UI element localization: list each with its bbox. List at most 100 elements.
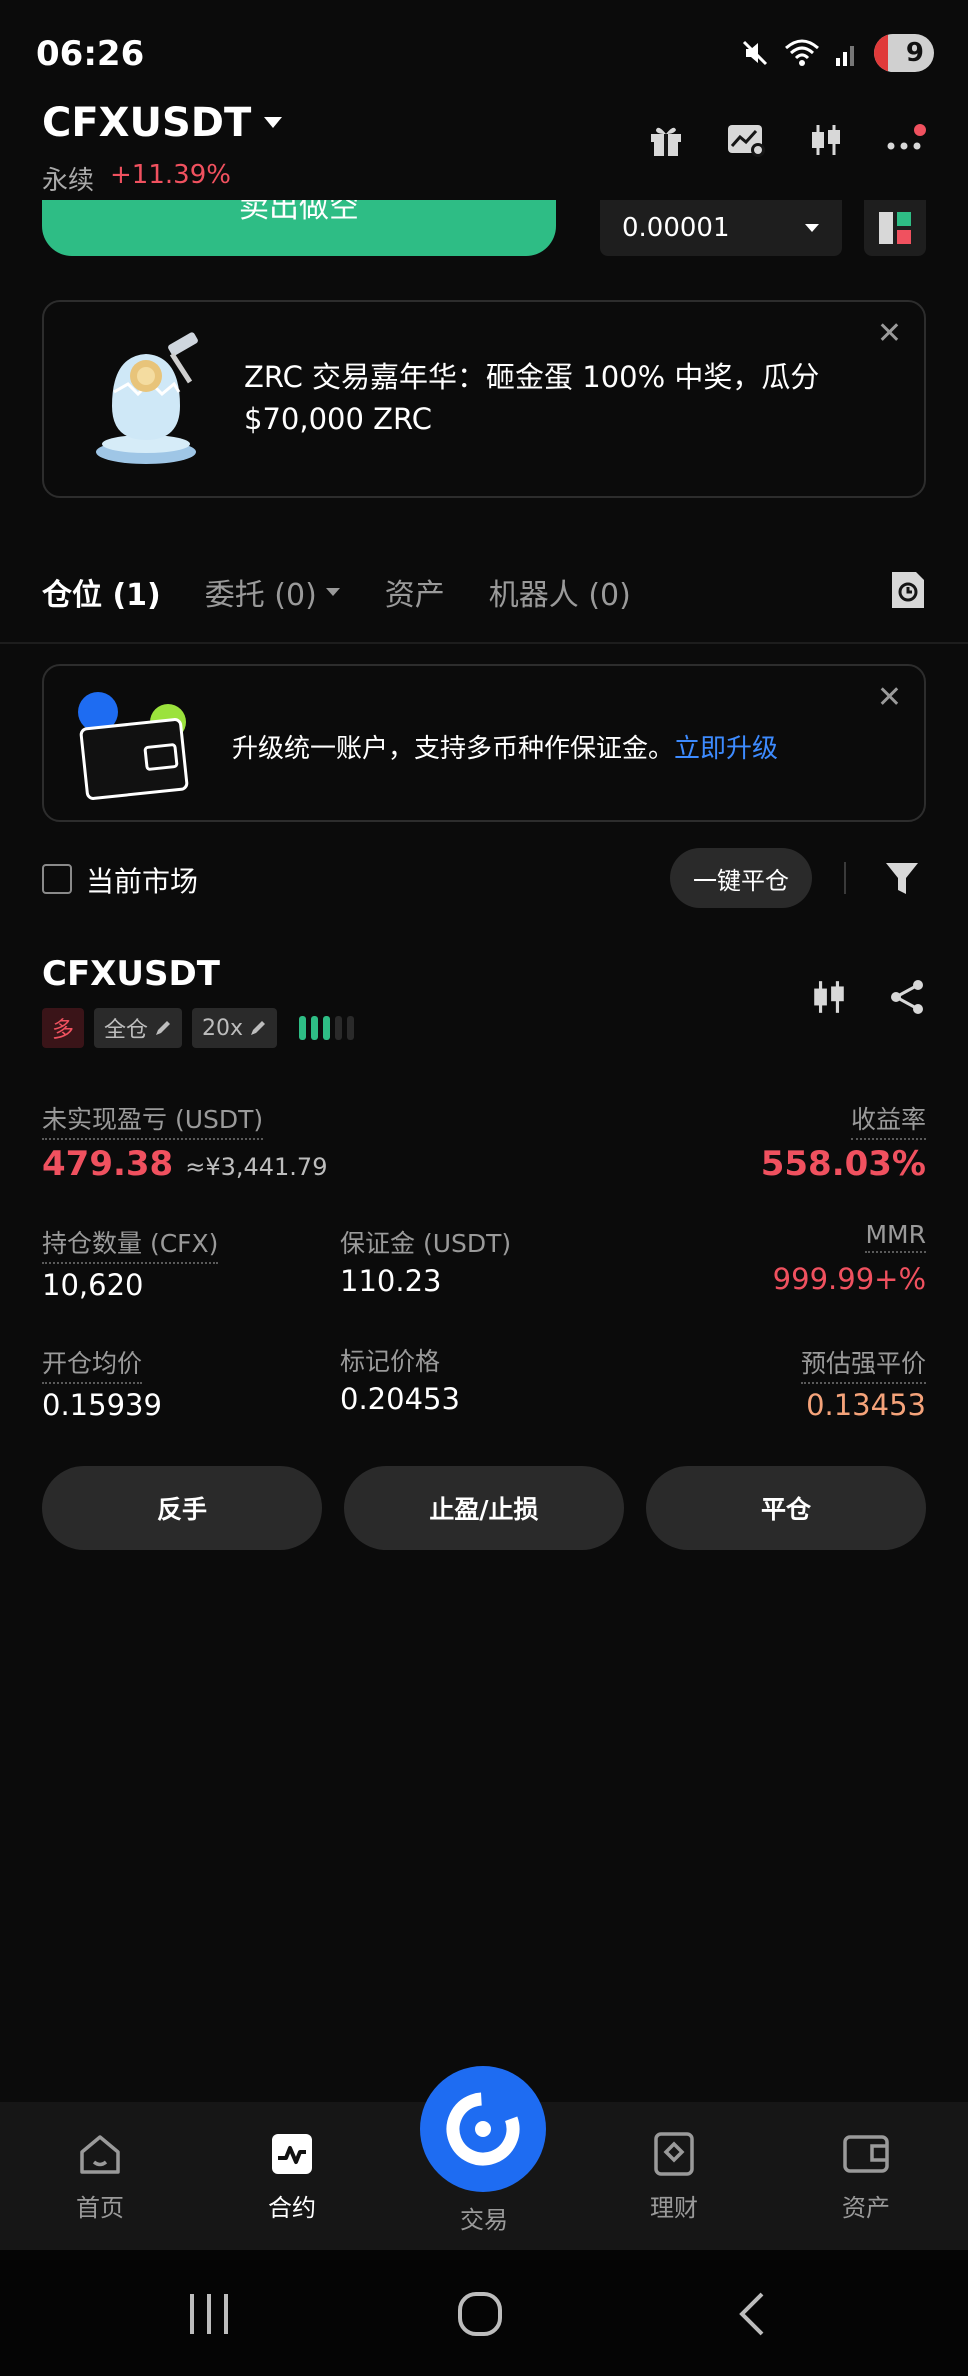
roe-value: 558.03%	[760, 1144, 926, 1184]
recent-apps-icon[interactable]	[186, 2292, 232, 2336]
unrealized-pnl: 479.38 ≈¥3,441.79	[42, 1144, 327, 1184]
status-time: 06:26	[36, 34, 145, 74]
liq-price-value: 0.13453	[806, 1388, 926, 1422]
side-badge: 多	[42, 1008, 85, 1048]
nav-earn[interactable]: 理财	[614, 2132, 734, 2223]
margin-mode-label: 全仓	[104, 1018, 149, 1043]
sell-short-button[interactable]: 卖出做空	[42, 200, 556, 256]
risk-bar	[323, 1016, 331, 1040]
margin-value: 110.23	[340, 1264, 442, 1298]
wallet-icon	[843, 2135, 889, 2173]
header-actions	[648, 122, 926, 158]
change-percent: +11.39%	[110, 160, 231, 190]
share-icon[interactable]	[888, 978, 926, 1016]
home-icon	[80, 2135, 120, 2174]
nav-home-label: 首页	[76, 2194, 124, 2222]
unrealized-pnl-label[interactable]: 未实现盈亏 (USDT)	[42, 1100, 264, 1140]
roe-label[interactable]: 收益率	[850, 1100, 926, 1140]
nav-trade-button[interactable]	[420, 2066, 546, 2192]
promo-banner[interactable]: ZRC 交易嘉年华：砸金蛋 100% 中奖，瓜分 $70,000 ZRC ✕	[42, 300, 926, 498]
close-position-button[interactable]: 平仓	[646, 1466, 926, 1550]
margin-label: 保证金 (USDT)	[340, 1229, 512, 1258]
upgrade-text: 升级统一账户，支持多币种作保证金。立即升级	[232, 728, 778, 765]
header-subtitle: 永续 +11.39%	[42, 160, 231, 197]
tpsl-button[interactable]: 止盈/止损	[344, 1466, 624, 1550]
qty-label[interactable]: 持仓数量 (CFX)	[42, 1224, 219, 1264]
nav-assets-label: 资产	[842, 2194, 890, 2222]
tab-positions[interactable]: 仓位 (1)	[42, 570, 161, 614]
system-nav-bar	[0, 2250, 968, 2376]
mark-price-value: 0.20453	[340, 1382, 460, 1416]
entry-price-value: 0.15939	[42, 1388, 162, 1422]
edit-icon	[251, 1021, 266, 1035]
sell-short-label: 卖出做空	[239, 200, 359, 225]
price-step-select[interactable]: 0.00001	[600, 200, 842, 256]
mute-icon	[742, 40, 768, 66]
nav-home[interactable]: 首页	[40, 2132, 160, 2223]
symbol-selector[interactable]: CFXUSDT	[42, 100, 283, 146]
leverage-risk-bars	[299, 1016, 355, 1040]
risk-bar	[347, 1016, 355, 1040]
earn-icon	[654, 2132, 694, 2176]
filter-divider	[844, 862, 846, 894]
leverage-tag[interactable]: 20x	[192, 1008, 278, 1048]
qty-value: 10,620	[42, 1268, 144, 1302]
close-upgrade-icon[interactable]: ✕	[877, 680, 902, 715]
tab-orders[interactable]: 委托 (0)	[205, 570, 341, 614]
position-tags: 多 全仓 20x	[42, 1008, 355, 1048]
close-promo-icon[interactable]: ✕	[877, 316, 902, 351]
nav-trade-label: 交易	[460, 2206, 508, 2234]
risk-bar	[335, 1016, 343, 1040]
nav-futures[interactable]: 合约	[232, 2132, 352, 2223]
tab-bots[interactable]: 机器人 (0)	[489, 570, 631, 614]
upgrade-message: 升级统一账户，支持多币种作保证金。	[232, 734, 675, 764]
position-tabs: 仓位 (1) 委托 (0) 资产 机器人 (0)	[42, 570, 631, 614]
trade-logo-icon	[446, 2092, 520, 2166]
more-icon[interactable]	[886, 122, 926, 158]
mmr-value: 999.99+%	[772, 1262, 926, 1296]
risk-bar	[299, 1016, 307, 1040]
back-icon[interactable]	[734, 2290, 770, 2338]
edit-icon	[156, 1021, 171, 1035]
reverse-button[interactable]: 反手	[42, 1466, 322, 1550]
page-title: CFXUSDT	[42, 100, 252, 146]
nav-futures-label: 合约	[268, 2194, 316, 2222]
candlestick-icon[interactable]	[810, 978, 848, 1016]
risk-bar	[311, 1016, 319, 1040]
status-icons: 9	[740, 34, 934, 72]
upgrade-account-banner[interactable]: 升级统一账户，支持多币种作保证金。立即升级 ✕	[42, 664, 926, 822]
liq-price-label[interactable]: 预估强平价	[800, 1344, 926, 1384]
battery-indicator: 9	[874, 34, 934, 72]
futures-icon	[272, 2134, 312, 2174]
unrealized-pnl-value: 479.38	[42, 1144, 174, 1184]
gift-icon[interactable]	[648, 122, 684, 158]
mark-price-label: 标记价格	[340, 1347, 441, 1376]
close-all-button[interactable]: 一键平仓	[670, 848, 812, 908]
wallet-illustration	[78, 692, 189, 800]
unrealized-pnl-cny: ≈¥3,441.79	[185, 1153, 328, 1181]
orderbook-layout-button[interactable]	[864, 200, 926, 256]
position-symbol[interactable]: CFXUSDT	[42, 954, 220, 994]
filter-icon[interactable]	[884, 860, 920, 896]
entry-price-label[interactable]: 开仓均价	[42, 1344, 143, 1384]
margin-mode-tag[interactable]: 全仓	[94, 1008, 183, 1048]
caret-down-icon	[805, 224, 819, 232]
tab-assets[interactable]: 资产	[385, 570, 445, 614]
mmr-label[interactable]: MMR	[865, 1220, 926, 1253]
price-step-value: 0.00001	[622, 213, 730, 243]
current-market-checkbox[interactable]	[42, 864, 72, 894]
chart-settings-icon[interactable]	[726, 122, 766, 158]
home-button-icon[interactable]	[456, 2290, 504, 2338]
tab-orders-label: 委托 (0)	[204, 578, 317, 613]
tabs-divider	[0, 642, 968, 644]
battery-level: 9	[905, 38, 924, 68]
leverage-label: 20x	[202, 1015, 244, 1041]
nav-assets[interactable]: 资产	[806, 2132, 926, 2223]
current-market-label: 当前市场	[86, 865, 199, 898]
history-icon[interactable]	[890, 570, 926, 610]
contract-type: 永续	[42, 166, 95, 196]
position-actions	[810, 978, 926, 1016]
upgrade-now-link[interactable]: 立即升级	[674, 734, 778, 764]
candlestick-icon[interactable]	[808, 122, 844, 158]
orderbook-layout-icon	[879, 212, 911, 244]
